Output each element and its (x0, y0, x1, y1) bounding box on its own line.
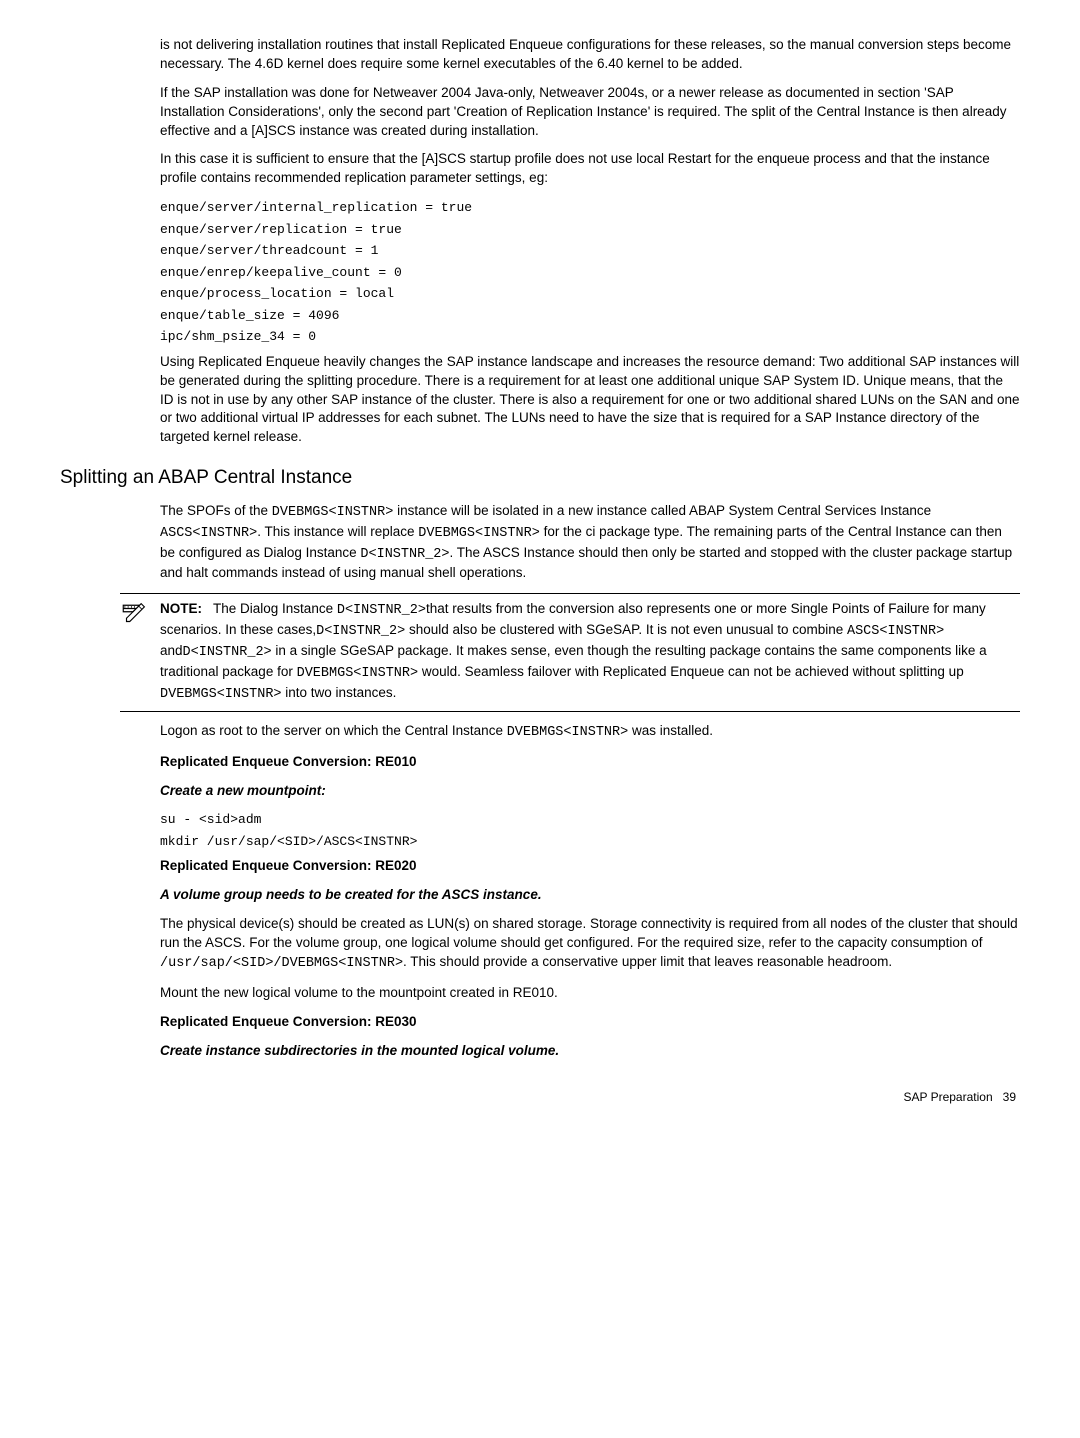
text: The SPOFs of the (160, 503, 272, 518)
text: The physical device(s) should be created… (160, 916, 1018, 950)
code-inline: DVEBMGS<INSTNR> (272, 505, 394, 520)
logon-p: Logon as root to the server on which the… (160, 722, 1020, 743)
text: would. Seamless failover with Replicated… (418, 664, 964, 679)
code-line: ipc/shm_psize_34 = 0 (160, 327, 1020, 347)
subheading-create-mountpoint: Create a new mountpoint: (160, 782, 1020, 801)
code-inline: DVEBMGS<INSTNR> (160, 687, 282, 702)
text: and (160, 643, 183, 658)
intro-p4: Using Replicated Enqueue heavily changes… (160, 353, 1020, 447)
code-line: enque/server/internal_replication = true (160, 198, 1020, 218)
mount-p: Mount the new logical volume to the moun… (160, 984, 1020, 1003)
text: . This should provide a conservative upp… (403, 954, 892, 969)
code-inline: ASCS<INSTNR> (160, 526, 257, 541)
subheading-create-subdirs: Create instance subdirectories in the mo… (160, 1042, 1020, 1061)
text: The Dialog Instance (213, 601, 337, 616)
page-footer: SAP Preparation 39 (60, 1089, 1016, 1106)
intro-p3: In this case it is sufficient to ensure … (160, 150, 1020, 188)
after-section: Logon as root to the server on which the… (160, 722, 1020, 1061)
split-section: The SPOFs of the DVEBMGS<INSTNR> instanc… (160, 502, 1020, 584)
code-line: enque/table_size = 4096 (160, 306, 1020, 326)
code-inline: /usr/sap/<SID>/DVEBMGS<INSTNR> (160, 956, 403, 971)
text: instance will be isolated in a new insta… (393, 503, 931, 518)
code-line: mkdir /usr/sap/<SID>/ASCS<INSTNR> (160, 832, 1020, 852)
subheading-volume-group: A volume group needs to be created for t… (160, 886, 1020, 905)
code-line: su - <sid>adm (160, 810, 1020, 830)
code-inline: ASCS<INSTNR> (847, 624, 944, 639)
code-inline: DVEBMGS<INSTNR> (418, 526, 540, 541)
text: should also be clustered with SGeSAP. It… (405, 622, 847, 637)
subheading-re010: Replicated Enqueue Conversion: RE010 (160, 753, 1020, 772)
vg-p: The physical device(s) should be created… (160, 915, 1020, 974)
note-text: NOTE: The Dialog Instance D<INSTNR_2>tha… (160, 600, 1020, 704)
note-block: NOTE: The Dialog Instance D<INSTNR_2>tha… (120, 593, 1020, 711)
intro-p2: If the SAP installation was done for Net… (160, 84, 1020, 141)
code-inline: D<INSTNR_2> (337, 603, 426, 618)
text: was installed. (628, 723, 713, 738)
section-heading: Splitting an ABAP Central Instance (60, 465, 1020, 492)
code-line: enque/process_location = local (160, 284, 1020, 304)
split-p1: The SPOFs of the DVEBMGS<INSTNR> instanc… (160, 502, 1020, 584)
note-label: NOTE: (160, 601, 202, 616)
code-line: enque/enrep/keepalive_count = 0 (160, 263, 1020, 283)
code-inline: DVEBMGS<INSTNR> (507, 725, 629, 740)
code-line: enque/server/threadcount = 1 (160, 241, 1020, 261)
note-pencil-icon (120, 600, 148, 634)
code-inline: D<INSTNR_2> (360, 547, 449, 562)
text: Logon as root to the server on which the… (160, 723, 507, 738)
subheading-re030: Replicated Enqueue Conversion: RE030 (160, 1013, 1020, 1032)
text: . This instance will replace (257, 524, 418, 539)
code-inline: D<INSTNR_2> (183, 645, 272, 660)
intro-section: is not delivering installation routines … (160, 36, 1020, 447)
subheading-re020: Replicated Enqueue Conversion: RE020 (160, 857, 1020, 876)
code-inline: DVEBMGS<INSTNR> (297, 666, 419, 681)
footer-page: 39 (1003, 1090, 1016, 1104)
text: into two instances. (282, 685, 397, 700)
code-inline: D<INSTNR_2> (316, 624, 405, 639)
intro-p1: is not delivering installation routines … (160, 36, 1020, 74)
code-line: enque/server/replication = true (160, 220, 1020, 240)
footer-label: SAP Preparation (903, 1090, 992, 1104)
